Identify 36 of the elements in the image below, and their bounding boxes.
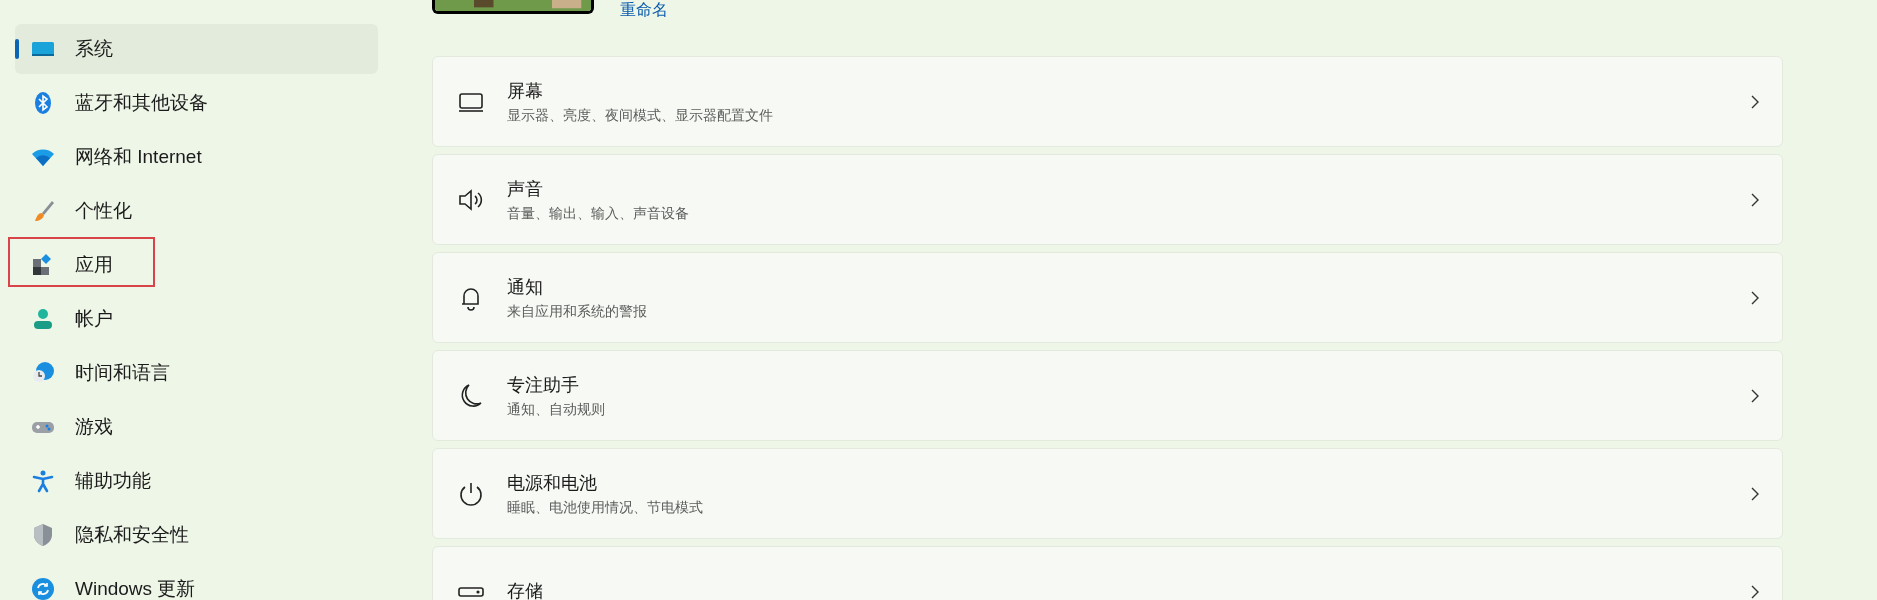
card-title: 专注助手 — [507, 373, 580, 397]
selection-indicator — [15, 39, 19, 59]
card-title: 存储 — [507, 580, 544, 600]
card-subtitle: 通知、自动规则 — [507, 399, 606, 419]
sidebar-item[interactable]: Windows 更新 — [15, 564, 378, 600]
card-title: 声音 — [507, 177, 544, 201]
sidebar-item[interactable]: 隐私和安全性 — [15, 510, 378, 560]
card-subtitle: 显示器、亮度、夜间模式、显示器配置文件 — [507, 105, 774, 125]
card-subtitle: 音量、输出、输入、声音设备 — [507, 203, 690, 223]
settings-card[interactable]: 声音 音量、输出、输入、声音设备 — [432, 154, 1783, 245]
sidebar-item[interactable]: 帐户 — [15, 294, 378, 344]
card-title: 电源和电池 — [507, 471, 598, 495]
drive-icon — [457, 586, 485, 597]
sidebar-item[interactable]: 网络和 Internet — [15, 132, 378, 182]
card-title: 屏幕 — [507, 79, 544, 103]
rename-link[interactable]: 重命名 — [620, 0, 668, 20]
settings-card[interactable]: 电源和电池 睡眠、电池使用情况、节电模式 — [432, 448, 1783, 539]
accessibility-icon — [31, 469, 55, 493]
sidebar-item[interactable]: 游戏 — [15, 402, 378, 452]
settings-card[interactable]: 专注助手 通知、自动规则 — [432, 350, 1783, 441]
sync-icon — [31, 577, 55, 600]
settings-card[interactable]: 通知 来自应用和系统的警报 — [432, 252, 1783, 343]
card-subtitle: 来自应用和系统的警报 — [507, 301, 648, 321]
sidebar-item[interactable]: 辅助功能 — [15, 456, 378, 506]
card-subtitle: 睡眠、电池使用情况、节电模式 — [507, 497, 704, 517]
sidebar-item[interactable]: 个性化 — [15, 186, 378, 236]
settings-card[interactable]: 存储 — [432, 546, 1783, 600]
sidebar-item[interactable]: 系统 — [15, 24, 378, 74]
settings-card[interactable]: 屏幕 显示器、亮度、夜间模式、显示器配置文件 — [432, 56, 1783, 147]
card-title: 通知 — [507, 275, 544, 299]
sidebar-item[interactable]: 时间和语言 — [15, 348, 378, 398]
sidebar-item[interactable]: 应用 — [15, 240, 378, 290]
globe-clock-icon — [31, 361, 55, 385]
person-icon — [31, 307, 55, 331]
sidebar-item[interactable]: 蓝牙和其他设备 — [15, 78, 378, 128]
shield-icon — [31, 523, 55, 547]
